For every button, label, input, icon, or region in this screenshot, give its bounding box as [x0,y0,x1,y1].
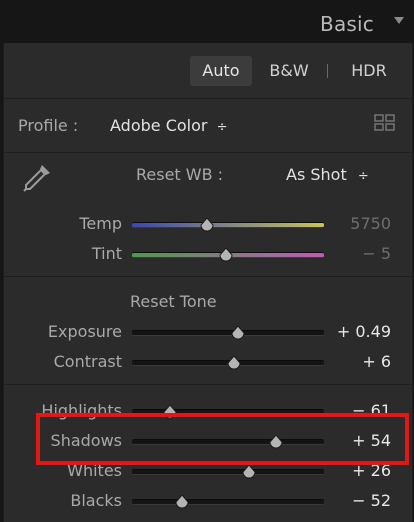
profile-browser-grid-icon[interactable] [374,114,396,136]
wb-select[interactable]: As Shot ÷ [286,165,369,184]
exposure-slider-thumb[interactable] [231,326,245,341]
tint-value[interactable]: − 5 [362,244,391,263]
wb-chevron-icon: ÷ [357,169,369,184]
whites-slider-thumb[interactable] [242,465,256,480]
separator [4,384,412,385]
contrast-slider-thumb[interactable] [227,356,241,371]
profile-chevron-icon: ÷ [216,120,228,135]
reset-wb-button[interactable]: Reset WB : [136,165,223,184]
separator [4,152,412,153]
profile-select[interactable]: Adobe Color ÷ [110,116,227,135]
separator [4,98,412,99]
contrast-value[interactable]: + 6 [362,352,391,371]
temp-slider-track[interactable] [132,222,324,228]
whites-slider-track[interactable] [132,469,324,475]
separator [4,276,412,277]
exposure-value[interactable]: + 0.49 [337,322,391,341]
shadows-annotation-box [36,413,409,465]
tint-label: Tint [91,244,122,263]
temp-value[interactable]: 5750 [350,214,391,233]
wb-value: As Shot [286,165,347,184]
temp-label: Temp [79,214,122,233]
contrast-label: Contrast [53,352,122,371]
mode-divider [327,64,328,78]
blacks-label: Blacks [70,491,122,510]
reset-tone-button[interactable]: Reset Tone [130,292,217,311]
blacks-slider-thumb[interactable] [175,495,189,510]
collapse-triangle-icon[interactable] [394,17,404,24]
bw-button[interactable]: B&W [258,56,320,86]
exposure-slider-track[interactable] [132,330,324,336]
hdr-button[interactable]: HDR [338,56,400,86]
temp-slider-thumb[interactable] [200,218,214,233]
exposure-label: Exposure [47,322,122,341]
blacks-slider-track[interactable] [132,499,324,505]
panel-header[interactable]: Basic [0,0,414,43]
profile-value: Adobe Color [110,116,208,135]
profile-label: Profile : [18,116,79,135]
blacks-value[interactable]: − 52 [352,491,391,510]
eyedropper-icon[interactable] [20,161,54,199]
auto-button[interactable]: Auto [190,56,252,86]
panel-title: Basic [320,12,374,36]
tint-slider-thumb[interactable] [219,248,233,263]
